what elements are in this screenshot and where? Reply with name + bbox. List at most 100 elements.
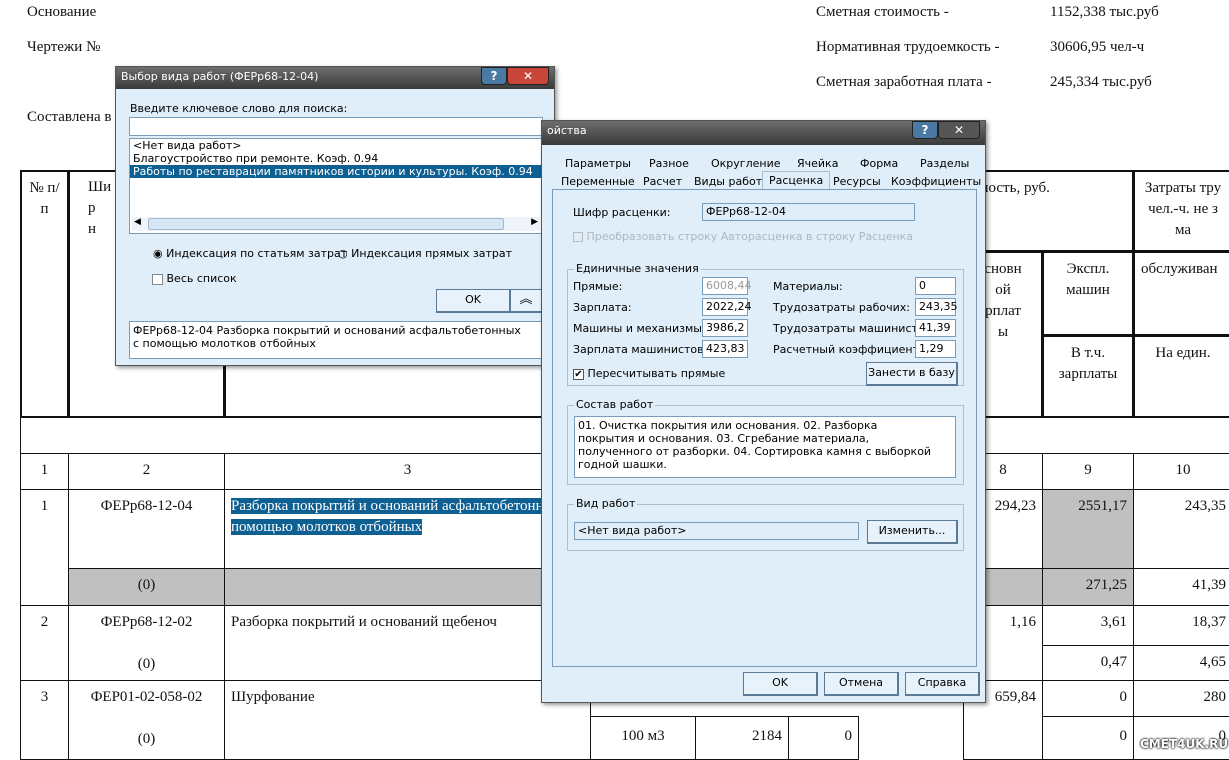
radio-by-cost[interactable]: ◉ Индексация по статьям затрат: [153, 247, 347, 260]
recalc-checkbox[interactable]: ✔ Пересчитывать прямые: [573, 367, 725, 380]
field-label: Трудозатраты машинистов:: [773, 322, 935, 335]
work-type-list[interactable]: <Нет вида работ> Благоустройство при рем…: [129, 138, 543, 234]
collapse-chevron-up-icon[interactable]: ︽: [510, 289, 543, 313]
direct-field: 6008,44: [702, 277, 752, 295]
summary-label: Сметная стоимость -: [816, 4, 949, 20]
cell-unit: 100 м3: [590, 716, 696, 760]
composed-label: Составлена в: [27, 109, 112, 125]
field-label: Расчетный коэффициент:: [773, 343, 923, 356]
cell-c9: 3,61: [1042, 605, 1134, 646]
machinist-salary-field[interactable]: 423,83: [702, 340, 748, 358]
tab-pricing-active[interactable]: Расценка: [762, 171, 831, 189]
scroll-left-icon[interactable]: ◀: [134, 217, 141, 227]
header-service: обслуживан: [1133, 251, 1229, 336]
field-label: Зарплата:: [573, 301, 632, 314]
help-icon[interactable]: ?: [481, 67, 507, 85]
row-num: 2: [20, 605, 69, 681]
search-input[interactable]: [129, 117, 543, 136]
field-label: Машины и механизмы:: [573, 322, 706, 335]
checkbox-label: Преобразовать строку Авторасценка в стро…: [586, 230, 914, 243]
summary-label: Сметная заработная плата -: [816, 74, 992, 90]
checkbox-label: Пересчитывать прямые: [587, 367, 726, 380]
group-label: Единичные значения: [574, 262, 701, 275]
change-button[interactable]: Изменить...: [867, 520, 958, 544]
convert-checkbox[interactable]: Преобразовать строку Авторасценка в стро…: [573, 230, 913, 243]
dialog-titlebar[interactable]: Выбор вида работ (ФЕРр68-12-04) ? ✕: [116, 67, 554, 89]
coefficient-field[interactable]: 1,29: [915, 340, 956, 358]
col-number: 2: [68, 453, 225, 490]
field-label: Трудозатраты рабочих:: [773, 301, 910, 314]
row-sub: (0): [137, 656, 156, 672]
help-icon[interactable]: ?: [912, 121, 938, 139]
list-item-selected[interactable]: Работы по реставрации памятников истории…: [130, 165, 542, 178]
close-icon[interactable]: ✕: [938, 121, 980, 139]
composition-text[interactable]: 01. Очистка покрытия или основания. 02. …: [574, 416, 956, 478]
group-label: Состав работ: [574, 398, 656, 411]
group-label: Вид работ: [574, 497, 638, 510]
row-name-selected[interactable]: Разборка покрытий и оснований асфальтобе…: [231, 498, 572, 535]
salary-field[interactable]: 2022,24: [702, 298, 752, 316]
row-code-text: ФЕР01-02-058-02: [90, 689, 203, 705]
col-number: 1: [20, 453, 69, 490]
worker-labor-field[interactable]: 243,35: [915, 298, 958, 316]
cell-c10: 280: [1133, 680, 1229, 717]
properties-dialog: ойства ? ✕ Параметры Разное Округление Я…: [541, 120, 986, 703]
list-item[interactable]: <Нет вида работ>: [130, 139, 542, 152]
help-button[interactable]: Справка: [905, 672, 980, 696]
col-number: 3: [224, 453, 591, 490]
list-item[interactable]: Благоустройство при ремонте. Коэф. 0.94: [130, 152, 542, 165]
cell-c7: 0: [788, 716, 859, 760]
scroll-right-icon[interactable]: ▶: [531, 217, 538, 227]
tab-calc[interactable]: Расчет: [643, 175, 682, 188]
close-icon[interactable]: ✕: [507, 67, 549, 85]
row-name-cell: Разборка покрытий и оснований асфальтобе…: [224, 489, 591, 569]
machines-field[interactable]: 3986,2: [702, 319, 748, 337]
row-sub-name: [224, 568, 591, 606]
row-sub: (0): [68, 568, 225, 606]
dialog-titlebar[interactable]: ойства ? ✕: [542, 121, 985, 145]
tab-coefficients[interactable]: Коэффициенты: [891, 175, 981, 188]
row-code: ФЕРр68-12-02 (0): [68, 605, 225, 681]
full-list-checkbox[interactable]: Весь список: [152, 272, 237, 285]
search-label: Введите ключевое слово для поиска:: [130, 102, 348, 115]
cell-c10b: 41,39: [1133, 568, 1229, 606]
tab-parameters[interactable]: Параметры: [565, 157, 631, 170]
tab-work-types[interactable]: Виды работ: [694, 175, 762, 188]
machinist-labor-field[interactable]: 41,39: [915, 319, 956, 337]
scroll-thumb[interactable]: [148, 218, 504, 230]
summary-value: 1152,338 тыс.руб: [1050, 4, 1159, 20]
field-label: Материалы:: [773, 280, 843, 293]
ok-button[interactable]: OK: [436, 289, 511, 313]
cancel-button[interactable]: Отмена: [824, 672, 899, 696]
checkbox-label: Весь список: [166, 272, 237, 285]
radio-checked-icon: ◉: [153, 247, 163, 260]
cell-c9: 2551,17: [1042, 489, 1134, 569]
radio-direct[interactable]: ○ Индексация прямых затрат: [338, 247, 512, 260]
materials-field[interactable]: 0: [915, 277, 956, 295]
save-to-db-button[interactable]: Занести в базу: [866, 362, 958, 386]
tab-variables[interactable]: Переменные: [561, 175, 635, 188]
tab-rounding[interactable]: Округление: [711, 157, 780, 170]
cell-c9b: 271,25: [1042, 568, 1134, 606]
tab-sections[interactable]: Разделы: [920, 157, 969, 170]
ok-button[interactable]: OK: [743, 672, 818, 696]
tab-cell[interactable]: Ячейка: [797, 157, 838, 170]
tab-misc[interactable]: Разное: [649, 157, 689, 170]
tab-form[interactable]: Форма: [860, 157, 898, 170]
header-labor: Затраты тру чел.-ч. не з ма: [1133, 170, 1229, 252]
header-per-unit: На един.: [1133, 335, 1229, 418]
header-num: № п/п: [20, 170, 69, 418]
watermark: СМЕТ4UK.RU: [1140, 737, 1229, 751]
dialog-title: ойства: [547, 124, 587, 137]
horizontal-scrollbar[interactable]: ◀ ▶: [132, 217, 540, 231]
cell-c9: 0: [1042, 680, 1134, 717]
row-sub: (0): [137, 731, 156, 747]
summary-value: 245,334 тыс.руб: [1050, 74, 1152, 90]
row-name: Шурфование: [224, 680, 591, 760]
radio-label: Индексация прямых затрат: [351, 247, 512, 260]
tab-resources[interactable]: Ресурсы: [833, 175, 881, 188]
code-label: Шифр расценки:: [573, 206, 671, 219]
field-label: Зарплата машинистов:: [573, 343, 708, 356]
row-code: ФЕРр68-12-04: [68, 489, 225, 569]
code-field[interactable]: ФЕРр68-12-04: [702, 203, 915, 221]
